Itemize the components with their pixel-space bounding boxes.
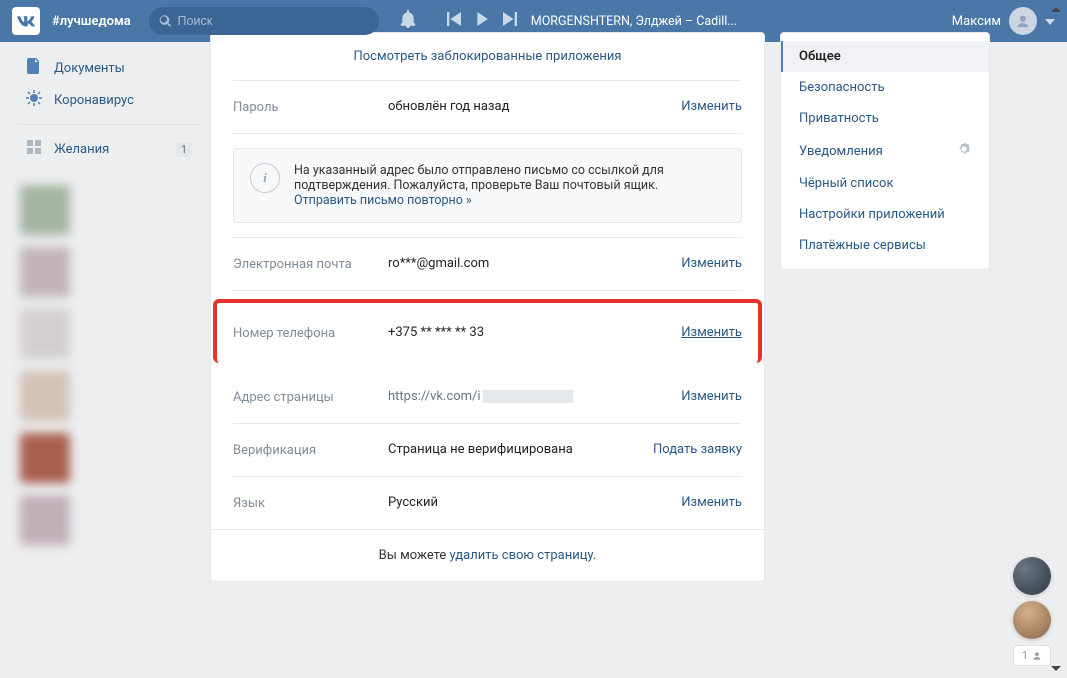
search-input[interactable] bbox=[178, 14, 369, 28]
password-change-link[interactable]: Изменить bbox=[681, 99, 742, 114]
document-icon bbox=[24, 58, 44, 78]
grid-icon bbox=[24, 139, 44, 159]
password-value: обновлён год назад bbox=[388, 99, 681, 114]
nav-item-payments[interactable]: Платёжные сервисы bbox=[781, 230, 989, 261]
verification-apply-link[interactable]: Подать заявку bbox=[653, 442, 742, 457]
player-track[interactable]: MORGENSHTERN, Элджей – Cadill... bbox=[531, 14, 741, 29]
scroll-down-icon[interactable] bbox=[1051, 662, 1063, 674]
resend-email-link[interactable]: Отправить письмо повторно » bbox=[294, 193, 472, 208]
language-change-link[interactable]: Изменить bbox=[681, 495, 742, 510]
language-row: Язык Русский Изменить bbox=[233, 477, 742, 529]
delete-prefix: Вы можете bbox=[379, 548, 450, 563]
player-controls bbox=[447, 12, 517, 30]
nav-label-blacklist: Чёрный список bbox=[799, 176, 893, 191]
phone-row: Номер телефона +375 ** *** ** 33 Изменит… bbox=[213, 299, 762, 363]
sidebar-item-wishes[interactable]: Желания 1 bbox=[18, 133, 210, 165]
nav-item-notifications[interactable]: Уведомления bbox=[781, 134, 989, 168]
nav-item-general[interactable]: Общее bbox=[781, 41, 989, 72]
address-url-masked bbox=[483, 390, 573, 403]
verification-label: Верификация bbox=[233, 442, 388, 458]
password-row: Пароль обновлён год назад Изменить bbox=[233, 81, 742, 134]
header-hashtag[interactable]: #лучшедома bbox=[52, 14, 131, 29]
floating-widgets: 1 bbox=[1013, 557, 1051, 666]
nav-label-security: Безопасность bbox=[799, 80, 885, 95]
delete-suffix: . bbox=[593, 548, 596, 563]
player-prev-icon[interactable] bbox=[447, 12, 461, 30]
virus-icon bbox=[24, 90, 44, 110]
sidebar-divider bbox=[18, 124, 200, 125]
nav-item-blacklist[interactable]: Чёрный список bbox=[781, 168, 989, 199]
search-box[interactable] bbox=[149, 7, 379, 35]
language-label: Язык bbox=[233, 495, 388, 511]
email-row: Электронная почта ro***@gmail.com Измени… bbox=[233, 237, 742, 291]
nav-label-payments: Платёжные сервисы bbox=[799, 238, 926, 253]
verification-row: Верификация Страница не верифицирована П… bbox=[233, 424, 742, 477]
sidebar-label-documents: Документы bbox=[54, 61, 125, 76]
search-icon bbox=[159, 14, 172, 28]
nav-label-privacy: Приватность bbox=[799, 111, 879, 126]
nav-item-privacy[interactable]: Приватность bbox=[781, 103, 989, 134]
float-people-count[interactable]: 1 bbox=[1013, 645, 1051, 666]
left-sidebar: Документы Коронавирус Желания 1 bbox=[0, 42, 210, 582]
email-confirm-notice: i На указанный адрес было отправлено пис… bbox=[233, 148, 742, 223]
scroll-up-icon[interactable] bbox=[1051, 4, 1063, 16]
nav-label-apps: Настройки приложений bbox=[799, 207, 945, 222]
delete-page-link[interactable]: удалить свою страницу bbox=[450, 548, 593, 563]
phone-change-link[interactable]: Изменить bbox=[681, 325, 742, 340]
page-body: Документы Коронавирус Желания 1 Посмотре… bbox=[0, 42, 1067, 582]
sidebar-item-documents[interactable]: Документы bbox=[18, 52, 210, 84]
nav-label-notifications: Уведомления bbox=[799, 144, 883, 159]
player-play-icon[interactable] bbox=[475, 12, 489, 30]
language-value: Русский bbox=[388, 495, 681, 510]
sidebar-label-wishes: Желания bbox=[54, 142, 109, 157]
info-text: На указанный адрес было отправлено письм… bbox=[294, 163, 664, 193]
gear-icon[interactable] bbox=[957, 142, 971, 160]
header-username: Максим bbox=[952, 14, 1001, 29]
address-label: Адрес страницы bbox=[233, 389, 388, 405]
float-count-value: 1 bbox=[1022, 649, 1028, 662]
blocked-apps-row: Посмотреть заблокированные приложения bbox=[233, 33, 742, 81]
password-label: Пароль bbox=[233, 99, 388, 115]
settings-nav-column: Общее Безопасность Приватность Уведомлен… bbox=[780, 32, 990, 582]
sidebar-recommendations bbox=[18, 179, 198, 551]
email-change-link[interactable]: Изменить bbox=[681, 256, 742, 271]
phone-label: Номер телефона bbox=[233, 325, 388, 341]
settings-panel: Посмотреть заблокированные приложения Па… bbox=[210, 32, 765, 582]
nav-label-general: Общее bbox=[799, 49, 841, 64]
settings-nav: Общее Безопасность Приватность Уведомлен… bbox=[780, 32, 990, 270]
vk-logo[interactable] bbox=[12, 7, 40, 35]
notifications-icon[interactable] bbox=[399, 10, 417, 32]
avatar bbox=[1009, 7, 1037, 35]
address-url-prefix: https://vk.com/i bbox=[388, 389, 481, 404]
float-avatar-2[interactable] bbox=[1013, 601, 1051, 639]
blocked-apps-link[interactable]: Посмотреть заблокированные приложения bbox=[353, 49, 621, 64]
info-icon: i bbox=[250, 163, 280, 193]
sidebar-item-corona[interactable]: Коронавирус bbox=[18, 84, 210, 116]
person-icon bbox=[1032, 651, 1042, 661]
phone-value: +375 ** *** ** 33 bbox=[388, 325, 681, 340]
user-menu[interactable]: Максим bbox=[952, 7, 1055, 35]
sidebar-label-corona: Коронавирус bbox=[54, 93, 134, 108]
verification-value: Страница не верифицирована bbox=[388, 442, 653, 457]
delete-page-row: Вы можете удалить свою страницу. bbox=[211, 529, 764, 581]
address-value: https://vk.com/i bbox=[388, 389, 681, 404]
address-row: Адрес страницы https://vk.com/i Изменить bbox=[233, 371, 742, 424]
nav-item-apps[interactable]: Настройки приложений bbox=[781, 199, 989, 230]
email-value: ro***@gmail.com bbox=[388, 256, 681, 271]
nav-item-security[interactable]: Безопасность bbox=[781, 72, 989, 103]
float-avatar-1[interactable] bbox=[1013, 557, 1051, 595]
address-change-link[interactable]: Изменить bbox=[681, 389, 742, 404]
wishes-badge: 1 bbox=[176, 142, 192, 157]
email-label: Электронная почта bbox=[233, 256, 388, 272]
player-next-icon[interactable] bbox=[503, 12, 517, 30]
